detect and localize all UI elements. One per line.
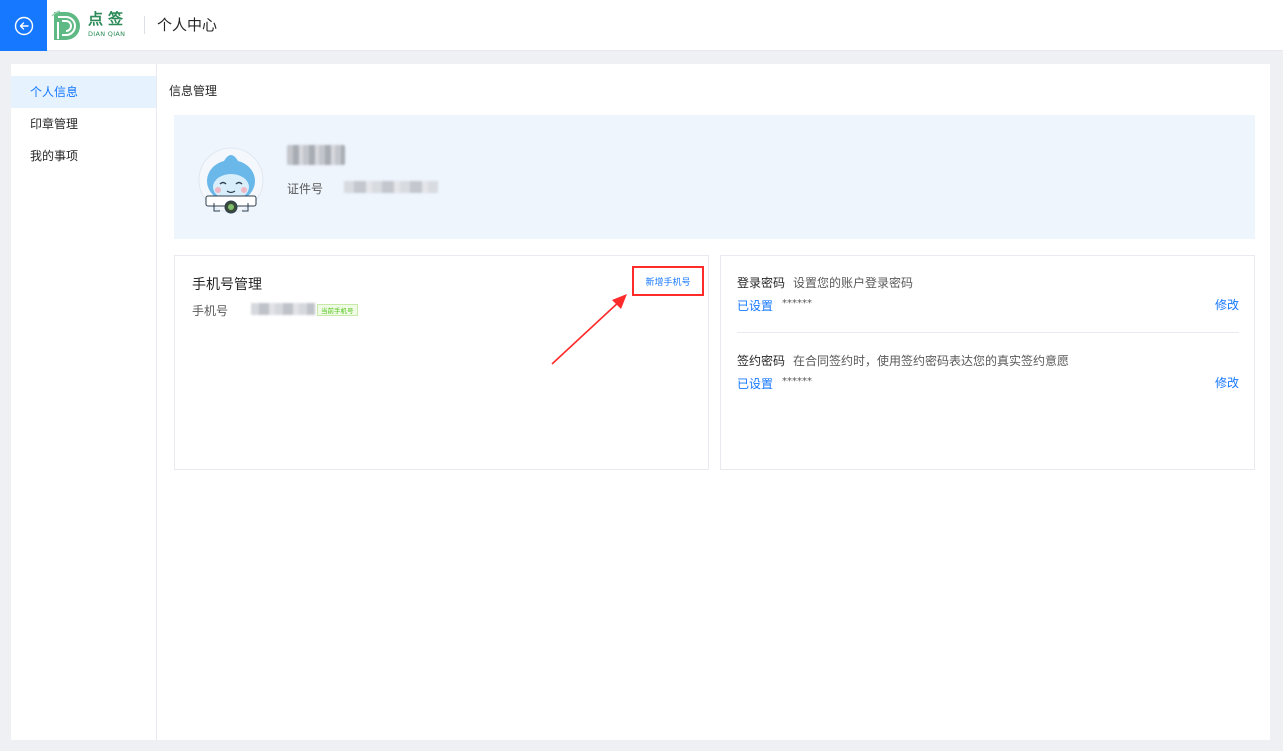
sidebar-item-label: 我的事项 [30,149,79,163]
id-number-label: 证件号 [287,182,324,196]
back-button[interactable] [0,0,47,51]
phone-management-card: 手机号管理 新增手机号 手机号 当前手机号 [174,255,709,470]
main-panel: 个人信息 印章管理 我的事项 信息管理 证件号 手机号管理 新增手机号 手机号 … [11,64,1270,740]
content-area: 信息管理 证件号 手机号管理 新增手机号 手机号 当前手机号 登录密码 设置您的… [158,64,1270,740]
password-card: 登录密码 设置您的账户登录密码 已设置 ****** 修改 签约密码 在合同签约… [720,255,1255,470]
sidebar-item-my-tasks[interactable]: 我的事项 [11,140,156,172]
login-password-mask: ****** [782,298,812,309]
sidebar-item-personal-info[interactable]: 个人信息 [11,76,156,108]
sign-password-row: 签约密码 在合同签约时，使用签约密码表达您的真实签约意愿 已设置 ****** … [737,352,1239,412]
sidebar-item-label: 个人信息 [30,85,79,99]
sidebar-item-seal-management[interactable]: 印章管理 [11,108,156,140]
edit-sign-password-link[interactable]: 修改 [1215,374,1239,391]
login-password-description: 设置您的账户登录密码 [793,276,914,290]
top-bar: 点签 DIAN QIAN 个人中心 [0,0,1283,51]
avatar [198,147,264,214]
blurred-user-name [287,145,345,165]
app-logo: 点签 DIAN QIAN [48,8,132,44]
sign-password-status: 已设置 [737,377,774,391]
sign-password-title: 签约密码 [737,354,786,368]
sign-password-description: 在合同签约时，使用签约密码表达您的真实签约意愿 [793,354,1070,368]
current-phone-badge: 当前手机号 [317,304,358,316]
phone-label: 手机号 [192,304,229,318]
edit-login-password-link[interactable]: 修改 [1215,296,1239,313]
fingerprint-logo-icon [51,10,80,40]
header-divider [144,16,145,34]
section-title: 信息管理 [169,84,218,98]
back-arrow-icon [14,16,33,35]
divider [737,332,1239,333]
logo-chinese-text: 点签 [88,10,129,28]
sidebar: 个人信息 印章管理 我的事项 [11,64,157,740]
sign-password-mask: ****** [782,376,812,387]
page-title: 个人中心 [157,16,218,34]
login-password-status: 已设置 [737,299,774,313]
blurred-phone-number [251,303,315,315]
login-password-row: 登录密码 设置您的账户登录密码 已设置 ****** 修改 [737,274,1239,334]
logo-english-text: DIAN QIAN [88,30,126,38]
sidebar-item-label: 印章管理 [30,117,79,131]
login-password-title: 登录密码 [737,276,786,290]
add-phone-button[interactable]: 新增手机号 [632,266,704,296]
phone-card-title: 手机号管理 [192,277,262,293]
blurred-id-number [344,181,438,193]
profile-card: 证件号 [174,115,1255,239]
